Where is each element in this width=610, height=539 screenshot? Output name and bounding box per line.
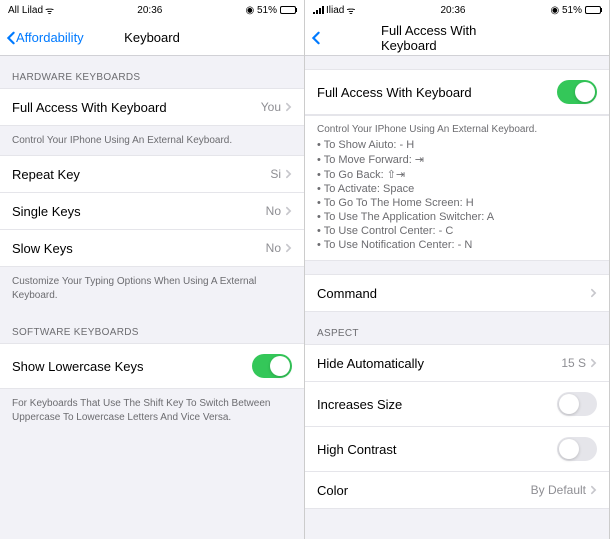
status-bar: All Lilad ᯤ 20:36 ◉ 51% <box>0 0 304 20</box>
row-increases-size[interactable]: Increases Size <box>305 381 609 427</box>
time: 20:36 <box>137 5 162 16</box>
help-title: Control Your IPhone Using An External Ke… <box>317 124 597 135</box>
section-header-hardware: HARDWARE KEYBOARDS <box>0 56 304 89</box>
back-button[interactable]: Affordability <box>6 30 84 45</box>
help-block: Control Your IPhone Using An External Ke… <box>305 115 609 261</box>
nav-title: Full Access With Keyboard <box>381 23 533 53</box>
wifi-icon: ᯤ <box>346 3 355 17</box>
chevron-left-icon <box>311 31 321 45</box>
row-value: By Default <box>531 483 586 497</box>
chevron-right-icon <box>590 485 597 495</box>
footer-text: For Keyboards That Use The Shift Key To … <box>0 389 304 433</box>
toggle-increases-size[interactable] <box>557 392 597 416</box>
footer-text: Control Your IPhone Using An External Ke… <box>0 126 304 156</box>
chevron-right-icon <box>590 288 597 298</box>
row-color[interactable]: Color By Default <box>305 471 609 509</box>
toggle-lowercase[interactable] <box>252 354 292 378</box>
row-full-access-toggle[interactable]: Full Access With Keyboard <box>305 69 609 115</box>
nav-bar: Full Access With Keyboard <box>305 20 609 56</box>
toggle-full-access[interactable] <box>557 80 597 104</box>
row-label: High Contrast <box>317 442 557 457</box>
row-label: Full Access With Keyboard <box>12 100 261 115</box>
help-item: To Go To The Home Screen: H <box>317 196 597 210</box>
battery-percent: ◉ 51% <box>245 5 277 16</box>
row-label: Color <box>317 483 531 498</box>
row-label: Repeat Key <box>12 167 270 182</box>
row-repeat-key[interactable]: Repeat Key Si <box>0 155 304 193</box>
row-label: Command <box>317 286 590 301</box>
row-value: You <box>261 100 281 114</box>
row-label: Slow Keys <box>12 241 266 256</box>
row-value: 15 S <box>561 356 586 370</box>
signal-icon <box>313 6 324 14</box>
battery-percent: ◉ 51% <box>550 5 582 16</box>
help-item: To Use Notification Center: - N <box>317 238 597 252</box>
screen-left: All Lilad ᯤ 20:36 ◉ 51% Affordability Ke… <box>0 0 305 539</box>
screen-right: Iliad ᯤ 20:36 ◉ 51% Full Access With Key… <box>305 0 610 539</box>
row-full-access[interactable]: Full Access With Keyboard You <box>0 88 304 126</box>
row-command[interactable]: Command <box>305 274 609 312</box>
footer-text: Customize Your Typing Options When Using… <box>0 267 304 311</box>
help-item: To Use Control Center: - C <box>317 224 597 238</box>
carrier: Iliad <box>326 5 344 16</box>
row-label: Single Keys <box>12 204 266 219</box>
battery-icon <box>280 6 296 14</box>
battery-icon <box>585 6 601 14</box>
chevron-right-icon <box>285 243 292 253</box>
row-value: No <box>266 204 281 218</box>
row-label: Hide Automatically <box>317 356 561 371</box>
row-slow-keys[interactable]: Slow Keys No <box>0 229 304 267</box>
row-high-contrast[interactable]: High Contrast <box>305 426 609 472</box>
chevron-right-icon <box>590 358 597 368</box>
back-button[interactable] <box>311 31 321 45</box>
back-label: Affordability <box>16 30 84 45</box>
wifi-icon: ᯤ <box>45 3 54 17</box>
help-item: To Activate: Space <box>317 182 597 196</box>
chevron-left-icon <box>6 31 16 45</box>
time: 20:36 <box>440 5 465 16</box>
row-show-lowercase[interactable]: Show Lowercase Keys <box>0 343 304 389</box>
help-item: To Use The Application Switcher: A <box>317 210 597 224</box>
chevron-right-icon <box>285 206 292 216</box>
help-item: To Show Aiuto: - H <box>317 138 597 152</box>
nav-title: Keyboard <box>124 30 180 45</box>
row-value: Si <box>270 167 281 181</box>
row-label: Full Access With Keyboard <box>317 85 557 100</box>
section-header-aspect: ASPECT <box>305 312 609 345</box>
row-label: Show Lowercase Keys <box>12 359 252 374</box>
row-label: Increases Size <box>317 397 557 412</box>
help-list: To Show Aiuto: - H To Move Forward: ⇥ To… <box>317 138 597 252</box>
help-item: To Go Back: ⇧⇥ <box>317 167 597 182</box>
status-bar: Iliad ᯤ 20:36 ◉ 51% <box>305 0 609 20</box>
toggle-high-contrast[interactable] <box>557 437 597 461</box>
row-hide-auto[interactable]: Hide Automatically 15 S <box>305 344 609 382</box>
chevron-right-icon <box>285 169 292 179</box>
help-item: To Move Forward: ⇥ <box>317 152 597 167</box>
section-header-software: SOFTWARE KEYBOARDS <box>0 311 304 344</box>
row-single-keys[interactable]: Single Keys No <box>0 192 304 230</box>
nav-bar: Affordability Keyboard <box>0 20 304 56</box>
carrier: All Lilad <box>8 5 43 16</box>
chevron-right-icon <box>285 102 292 112</box>
row-value: No <box>266 241 281 255</box>
